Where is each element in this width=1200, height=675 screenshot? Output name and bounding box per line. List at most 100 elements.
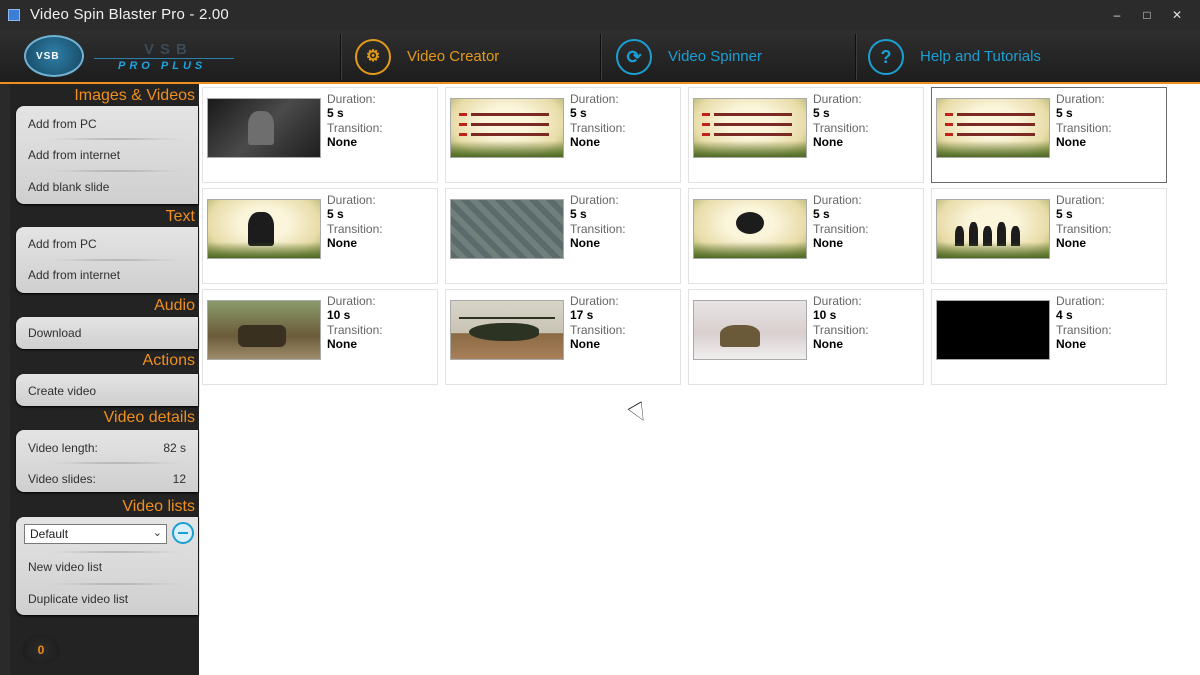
duration-label: Duration: [570, 294, 619, 308]
slide-thumbnail [693, 300, 807, 360]
new-video-list-button[interactable]: New video list [28, 560, 102, 574]
download-audio-button[interactable]: Download [28, 326, 81, 340]
duration-label: Duration: [1056, 92, 1105, 106]
window-title: Video Spin Blaster Pro - 2.00 [30, 6, 229, 23]
transition-value: None [813, 337, 843, 351]
section-title-actions: Actions [142, 352, 195, 369]
section-title-video-lists: Video lists [122, 498, 195, 515]
video-length-value: 82 s [163, 441, 186, 455]
slide-card[interactable]: Duration: 10 s Transition: None [688, 289, 924, 385]
video-list-selected-value: Default [30, 527, 69, 541]
nav-divider [855, 34, 857, 80]
add-text-from-pc-button[interactable]: Add from PC [28, 237, 97, 251]
duration-value: 10 s [327, 308, 351, 322]
panel-actions: Create video [16, 374, 198, 406]
section-title-text: Text [165, 208, 195, 225]
tab-video-spinner[interactable]: ⟳ Video Spinner [616, 38, 796, 76]
transition-value: None [570, 135, 600, 149]
logo-wordmark: VSB PRO PLUS [94, 41, 244, 73]
close-button[interactable]: ✕ [1164, 4, 1190, 26]
duration-value: 5 s [327, 106, 344, 120]
refresh-icon: ⟳ [616, 39, 652, 75]
slide-thumbnail [936, 199, 1050, 259]
duration-value: 4 s [1056, 308, 1073, 322]
transition-value: None [327, 337, 357, 351]
slide-card[interactable]: Duration: 5 s Transition: None [688, 188, 924, 284]
video-length-label: Video length: [28, 441, 98, 455]
transition-value: None [327, 236, 357, 250]
transition-label: Transition: [813, 121, 869, 135]
slide-thumbnail [207, 199, 321, 259]
title-bar: Video Spin Blaster Pro - 2.00 – □ ✕ [0, 0, 1200, 30]
duration-value: 5 s [570, 207, 587, 221]
duration-value: 5 s [1056, 106, 1073, 120]
duration-label: Duration: [570, 92, 619, 106]
duration-label: Duration: [1056, 294, 1105, 308]
gear-icon: ⚙ [355, 39, 391, 75]
section-title-video-details: Video details [103, 409, 195, 426]
nav-divider [600, 34, 602, 80]
duration-label: Duration: [327, 193, 376, 207]
panel-audio: Download [16, 317, 198, 349]
slide-thumbnail [450, 199, 564, 259]
tab-video-creator[interactable]: ⚙ Video Creator [355, 38, 535, 76]
section-title-images-videos: Images & Videos [74, 87, 195, 104]
transition-value: None [813, 135, 843, 149]
transition-label: Transition: [570, 323, 626, 337]
duration-value: 17 s [570, 308, 594, 322]
tab-help-and-tutorials[interactable]: ? Help and Tutorials [868, 38, 1088, 76]
slide-card[interactable]: Duration: 10 s Transition: None [202, 289, 438, 385]
help-icon: ? [868, 39, 904, 75]
slides-grid: Duration: 5 s Transition: None Duration: 5 sT… [200, 87, 1175, 392]
slide-thumbnail [693, 199, 807, 259]
transition-label: Transition: [570, 121, 626, 135]
duplicate-video-list-button[interactable]: Duplicate video list [28, 592, 128, 606]
duration-label: Duration: [570, 193, 619, 207]
slide-thumbnail [450, 98, 564, 158]
transition-value: None [327, 135, 357, 149]
counter-badge: 0 [22, 635, 60, 665]
slide-card[interactable]: Duration: 17 s Transition: None [445, 289, 681, 385]
tab-label: Video Spinner [668, 48, 762, 65]
app-window: Video Spin Blaster Pro - 2.00 – □ ✕ VSB … [0, 0, 1200, 675]
remove-list-icon[interactable] [172, 522, 194, 544]
add-image-from-internet-button[interactable]: Add from internet [28, 148, 120, 162]
transition-value: None [570, 337, 600, 351]
panel-text: Add from PC Add from internet [16, 227, 198, 293]
add-blank-slide-button[interactable]: Add blank slide [28, 180, 109, 194]
transition-label: Transition: [327, 323, 383, 337]
slide-thumbnail [207, 300, 321, 360]
slide-card[interactable]: Duration: 5 s Transition: None [202, 188, 438, 284]
duration-label: Duration: [813, 294, 862, 308]
top-nav-bar: VSB VSB PRO PLUS ⚙ Video Creator ⟳ Video… [0, 30, 1200, 84]
add-image-from-pc-button[interactable]: Add from PC [28, 117, 97, 131]
tab-label: Video Creator [407, 48, 500, 65]
duration-label: Duration: [1056, 193, 1105, 207]
minimize-button[interactable]: – [1104, 4, 1130, 26]
duration-value: 5 s [813, 106, 830, 120]
slide-card[interactable]: Duration: 5 s Transition: None [445, 87, 681, 183]
create-video-button[interactable]: Create video [28, 384, 96, 398]
video-list-select[interactable]: Default ⌄ [24, 524, 167, 544]
panel-video-lists: Default ⌄ New video list Duplicate video… [16, 517, 198, 615]
transition-label: Transition: [813, 222, 869, 236]
slide-thumbnail [936, 98, 1050, 158]
slide-card[interactable]: Duration: 5 s Transition: None [688, 87, 924, 183]
duration-value: 5 s [1056, 207, 1073, 221]
duration-value: 5 s [813, 207, 830, 221]
section-title-audio: Audio [154, 297, 195, 314]
slide-card[interactable]: Duration: 5 s Transition: None [202, 87, 438, 183]
slide-card[interactable]: Duration: 5 s Transition: None [445, 188, 681, 284]
sidebar-strip [0, 84, 10, 675]
transition-label: Transition: [327, 121, 383, 135]
transition-value: None [1056, 135, 1086, 149]
slide-card[interactable]: Duration: 5 s Transition: None [931, 87, 1167, 183]
duration-value: 5 s [327, 207, 344, 221]
slide-card[interactable]: Duration: 4 s Transition: None [931, 289, 1167, 385]
sidebar: Images & Videos Add from PC Add from int… [10, 84, 199, 675]
transition-label: Transition: [1056, 323, 1112, 337]
slide-card[interactable]: Duration: 5 s Transition: None [931, 188, 1167, 284]
camera-logo-icon: VSB [24, 35, 84, 77]
add-text-from-internet-button[interactable]: Add from internet [28, 268, 120, 282]
maximize-button[interactable]: □ [1134, 4, 1160, 26]
